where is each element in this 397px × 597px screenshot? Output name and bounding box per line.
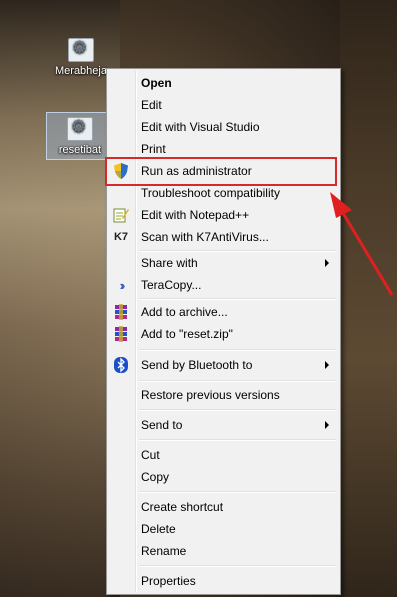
menu-item-label: Add to archive... xyxy=(141,305,228,319)
menu-item-open[interactable]: Open xyxy=(109,72,338,94)
desktop-wallpaper-left xyxy=(0,0,120,597)
menu-item-label: Restore previous versions xyxy=(141,388,280,402)
menu-separator xyxy=(139,491,336,493)
menu-item-label: Open xyxy=(141,76,172,90)
settings-file-icon xyxy=(68,38,94,62)
menu-item-edit[interactable]: Edit xyxy=(109,94,338,116)
teracopy-icon: ›› xyxy=(119,277,126,293)
menu-item-label: Properties xyxy=(141,574,196,588)
submenu-arrow-icon xyxy=(325,421,329,429)
menu-item-label: Edit with Visual Studio xyxy=(141,120,260,134)
desktop-icon-reset-bat[interactable]: resetibat xyxy=(46,112,114,160)
menu-item-cut[interactable]: Cut xyxy=(109,444,338,466)
menu-separator xyxy=(139,565,336,567)
menu-item-label: TeraCopy... xyxy=(141,278,202,292)
menu-item-rename[interactable]: Rename xyxy=(109,540,338,562)
annotation-highlight-box xyxy=(105,157,337,186)
menu-item-teracopy[interactable]: ›› TeraCopy... xyxy=(109,274,338,296)
menu-item-label: Send by Bluetooth to xyxy=(141,358,253,372)
winrar-icon xyxy=(112,325,130,343)
menu-item-copy[interactable]: Copy xyxy=(109,466,338,488)
menu-item-send-to[interactable]: Send to xyxy=(109,414,338,436)
menu-separator xyxy=(139,298,336,300)
bluetooth-icon xyxy=(112,356,130,374)
context-menu: Open Edit Edit with Visual Studio Print … xyxy=(106,68,341,595)
menu-item-add-to-reset-zip[interactable]: Add to "reset.zip" xyxy=(109,323,338,345)
menu-item-send-by-bluetooth[interactable]: Send by Bluetooth to xyxy=(109,354,338,376)
desktop-icon-label: Merabheja xyxy=(55,65,107,77)
notepad-plus-plus-icon xyxy=(112,206,130,224)
desktop-icon-merabheja[interactable]: Merabheja xyxy=(48,38,114,77)
menu-item-label: Share with xyxy=(141,256,198,270)
menu-item-label: Delete xyxy=(141,522,176,536)
menu-item-edit-notepad-plus-plus[interactable]: Edit with Notepad++ xyxy=(109,204,338,226)
menu-item-restore-previous-versions[interactable]: Restore previous versions xyxy=(109,384,338,406)
annotation-red-arrow-icon xyxy=(330,192,394,296)
menu-item-label: Scan with K7AntiVirus... xyxy=(141,230,269,244)
settings-file-icon xyxy=(67,117,93,141)
menu-item-label: Print xyxy=(141,142,166,156)
winrar-icon xyxy=(112,303,130,321)
menu-item-label: Edit with Notepad++ xyxy=(141,208,250,222)
menu-item-properties[interactable]: Properties xyxy=(109,570,338,592)
menu-item-scan-k7-antivirus[interactable]: K7 Scan with K7AntiVirus... xyxy=(109,226,338,248)
menu-item-label: Troubleshoot compatibility xyxy=(141,186,280,200)
menu-item-label: Send to xyxy=(141,418,183,432)
menu-item-label: Rename xyxy=(141,544,187,558)
menu-separator xyxy=(139,439,336,441)
k7-antivirus-icon: K7 xyxy=(113,231,129,243)
menu-item-edit-visual-studio[interactable]: Edit with Visual Studio xyxy=(109,116,338,138)
menu-item-label: Cut xyxy=(141,448,160,462)
menu-item-label: Create shortcut xyxy=(141,500,224,514)
menu-item-label: Copy xyxy=(141,470,170,484)
menu-separator xyxy=(139,409,336,411)
desktop-icon-label: resetibat xyxy=(58,144,102,156)
submenu-arrow-icon xyxy=(325,361,329,369)
menu-item-label: Add to "reset.zip" xyxy=(141,327,233,341)
menu-item-share-with[interactable]: Share with xyxy=(109,252,338,274)
menu-separator xyxy=(139,380,336,382)
menu-separator xyxy=(139,349,336,351)
menu-item-create-shortcut[interactable]: Create shortcut xyxy=(109,496,338,518)
menu-item-delete[interactable]: Delete xyxy=(109,518,338,540)
menu-item-add-to-archive[interactable]: Add to archive... xyxy=(109,301,338,323)
menu-item-label: Edit xyxy=(141,98,162,112)
